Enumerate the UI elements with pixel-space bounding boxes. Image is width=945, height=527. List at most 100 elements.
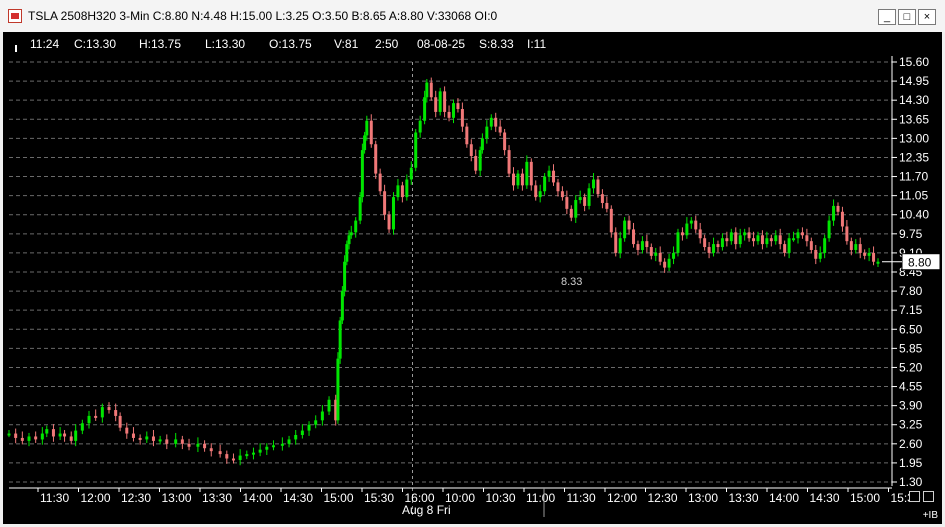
time-tick-label: 10:30 [486, 491, 516, 505]
candle-up [7, 433, 11, 436]
candle-up [327, 399, 331, 412]
candle-up [743, 232, 747, 236]
candle-down [814, 249, 818, 259]
price-tick-label: 2.60 [899, 437, 923, 451]
candle-down [460, 108, 464, 127]
candle-up [452, 103, 456, 118]
price-tick-label: 15.60 [899, 55, 929, 69]
candle-up [543, 176, 547, 192]
candle-up [712, 244, 716, 253]
time-tick-label: 12:30 [648, 491, 678, 505]
candle-down [663, 261, 667, 268]
candle-down [845, 226, 849, 242]
time-tick-label: 11:30 [567, 491, 596, 505]
candle-down [703, 238, 707, 248]
candle-down [872, 252, 876, 262]
price-tick-label: 9.75 [899, 227, 923, 241]
candle-up [363, 135, 367, 151]
price-tick-label: 1.95 [899, 456, 923, 470]
candle-down [456, 103, 460, 109]
price-chart[interactable]: 15.60 14.95 14.30 13.65 13.00 12.35 11.70 11.05… [3, 32, 942, 524]
time-tick-label: 14:30 [283, 491, 313, 505]
candle-down [569, 208, 573, 218]
candle-down [378, 173, 382, 192]
candle-down [125, 427, 129, 434]
price-tick-label: 12.35 [899, 150, 929, 164]
candle-down [225, 454, 229, 459]
candle-down [529, 161, 533, 186]
candle-up [158, 439, 162, 442]
candle-down [632, 229, 636, 245]
candle-up [592, 179, 596, 189]
candle-up [623, 220, 627, 239]
price-tick-label: 5.20 [899, 360, 923, 374]
price-tick-label: 13.00 [899, 131, 929, 145]
price-tick-label: 14.30 [899, 93, 929, 107]
candle-up [100, 407, 104, 418]
candle-down [180, 439, 184, 444]
candle-up [349, 232, 353, 236]
ib-label[interactable]: +IB [923, 510, 938, 521]
candle-up [876, 261, 880, 264]
time-tick-label: 11:00 [526, 491, 555, 505]
candle-up [765, 238, 769, 245]
candle-up [45, 429, 49, 434]
title-bar[interactable]: TSLA 2508H320 3-Min C:8.80 N:4.48 H:15.0… [0, 0, 945, 32]
chart-area[interactable]: 11:24 C:13.30 H:13.75 L:13.30 O:13.75 V:… [3, 32, 942, 524]
candle-up [756, 235, 760, 242]
candle-down [369, 120, 373, 145]
candle-down [609, 208, 613, 233]
candle-up [654, 252, 658, 256]
candle-down [400, 185, 404, 198]
candle-up [489, 117, 493, 127]
candle-up [667, 258, 671, 268]
candle-down [760, 235, 764, 245]
candle-down [387, 214, 391, 230]
date-label: Aug 8 Fri [402, 503, 451, 517]
candle-up [676, 232, 680, 253]
time-tick-label: 11:30 [40, 491, 69, 505]
close-button[interactable]: × [918, 9, 936, 25]
candle-up [294, 435, 298, 440]
candle-up [425, 82, 429, 98]
time-tick-label: 13:30 [729, 491, 759, 505]
candle-up [485, 126, 489, 139]
candle-down [783, 244, 787, 253]
last-price-label: 8.80 [908, 256, 932, 270]
candle-down [534, 185, 538, 198]
candle-up [343, 261, 347, 292]
zoom-box-left[interactable] [909, 491, 920, 502]
candle-up [787, 238, 791, 253]
candle-down [698, 229, 702, 239]
candle-down [707, 247, 711, 253]
candle-down [627, 220, 631, 230]
candle-down [209, 448, 213, 452]
candle-up [480, 138, 484, 151]
candle-down [138, 437, 142, 440]
time-tick-label: 15:30 [364, 491, 394, 505]
candle-up [774, 235, 778, 242]
candle-down [734, 232, 738, 245]
candle-down [565, 197, 569, 209]
candle-up [396, 185, 400, 198]
candle-down [503, 132, 507, 151]
candle-down [498, 126, 502, 133]
price-tick-label: 4.55 [899, 380, 923, 394]
candle-up [238, 455, 242, 460]
zoom-box-right[interactable] [923, 491, 934, 502]
candle-up [792, 238, 796, 241]
candle-up [345, 244, 349, 262]
candle-down [512, 173, 516, 186]
chart-window: TSLA 2508H320 3-Min C:8.80 N:4.48 H:15.0… [0, 0, 945, 527]
candle-up [547, 170, 551, 177]
maximize-button[interactable]: □ [898, 9, 916, 25]
price-tick-label: 6.50 [899, 322, 923, 336]
price-tick-label: 3.90 [899, 399, 923, 413]
candle-down [552, 170, 556, 183]
candle-up [320, 411, 324, 421]
candle-up [196, 443, 200, 447]
candle-up [578, 197, 582, 201]
minimize-button[interactable]: _ [878, 9, 896, 25]
candle-down [747, 232, 751, 239]
candle-down [836, 205, 840, 212]
